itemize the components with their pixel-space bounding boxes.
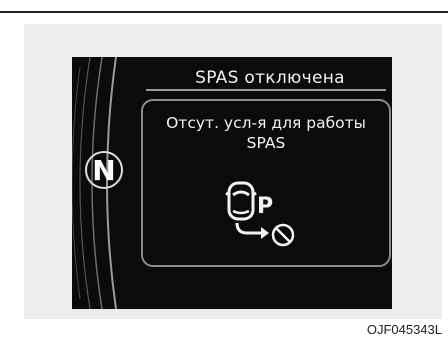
parking-letter: P	[257, 194, 273, 219]
spas-unavailable-icon: P	[225, 181, 295, 247]
figure-caption: OJF045343L	[366, 322, 442, 337]
message-line-1: Отсут. усл-я для работы	[166, 114, 366, 132]
message-text: Отсут. усл-я для работы SPAS	[143, 113, 389, 153]
gear-indicator: N	[85, 151, 123, 189]
cluster-display: N SPAS отключена Отсут. усл-я для работы…	[72, 57, 392, 309]
title-divider	[146, 89, 386, 91]
message-line-2: SPAS	[246, 134, 286, 152]
display-title: SPAS отключена	[195, 68, 345, 88]
message-box: Отсут. усл-я для работы SPAS P	[141, 99, 391, 267]
top-divider	[0, 11, 448, 13]
